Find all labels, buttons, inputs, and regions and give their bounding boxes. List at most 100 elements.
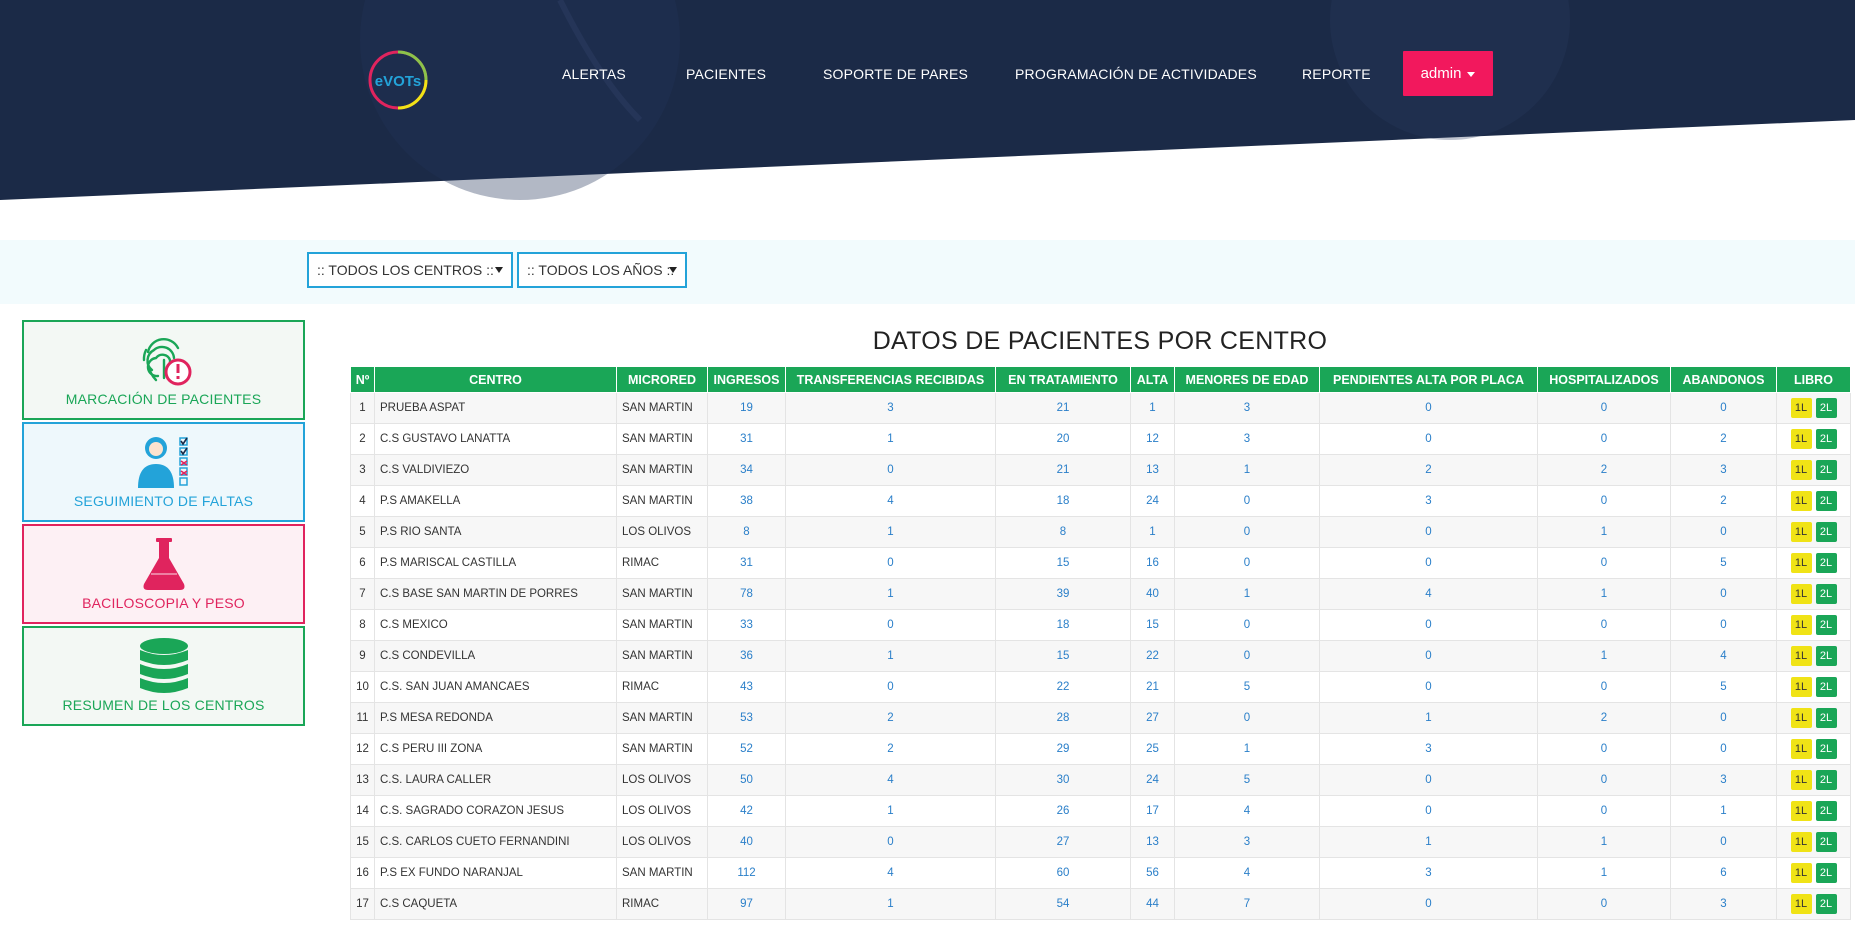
admin-menu-button[interactable]: admin <box>1403 51 1493 96</box>
libro-2l-button[interactable]: 2L <box>1815 615 1837 635</box>
value-cell: 13 <box>1130 454 1175 486</box>
libro-2l-button[interactable]: 2L <box>1815 460 1837 480</box>
libro-2l-button[interactable]: 2L <box>1815 739 1837 759</box>
libro-1l-button[interactable]: 1L <box>1790 801 1812 821</box>
table-header-row: Nº CENTRO MICRORED INGRESOS TRANSFERENCIAS R… <box>350 366 1851 393</box>
value-cell: 0 <box>1537 485 1671 517</box>
libro-2l-button[interactable]: 2L <box>1815 770 1837 790</box>
libro-2l-button[interactable]: 2L <box>1815 522 1837 542</box>
libro-2l-button[interactable]: 2L <box>1815 708 1837 728</box>
libro-1l-button[interactable]: 1L <box>1790 646 1812 666</box>
table-row: 16 P.S EX FUNDO NARANJAL SAN MARTIN 112 4 60 5… <box>350 857 1851 889</box>
libro-1l-button[interactable]: 1L <box>1790 398 1812 418</box>
row-number: 15 <box>350 826 375 858</box>
value-cell: 0 <box>785 454 996 486</box>
column-header: CENTRO <box>374 366 617 393</box>
value-cell: 1 <box>1130 516 1175 548</box>
value-cell: 21 <box>1130 671 1175 703</box>
libro-cell: 1L 2L <box>1776 454 1851 486</box>
card-seguimiento-de-faltas[interactable]: SEGUIMIENTO DE FALTAS <box>22 422 305 522</box>
card-marcacion-de-pacientes[interactable]: MARCACIÓN DE PACIENTES <box>22 320 305 420</box>
libro-1l-button[interactable]: 1L <box>1790 894 1812 914</box>
libro-1l-button[interactable]: 1L <box>1790 863 1812 883</box>
centro-select[interactable]: :: TODOS LOS CENTROS :: <box>307 252 513 288</box>
value-cell: 3 <box>1174 423 1320 455</box>
libro-2l-button[interactable]: 2L <box>1815 553 1837 573</box>
libro-1l-button[interactable]: 1L <box>1790 832 1812 852</box>
microred-cell: SAN MARTIN <box>616 485 708 517</box>
libro-1l-button[interactable]: 1L <box>1790 522 1812 542</box>
row-number: 9 <box>350 640 375 672</box>
table-row: 12 C.S PERU III ZONA SAN MARTIN 52 2 29 25 1 3 0 0… <box>350 733 1851 765</box>
libro-2l-button[interactable]: 2L <box>1815 646 1837 666</box>
libro-2l-button[interactable]: 2L <box>1815 584 1837 604</box>
value-cell: 5 <box>1670 547 1777 579</box>
libro-2l-button[interactable]: 2L <box>1815 832 1837 852</box>
centro-cell: C.S. CARLOS CUETO FERNANDINI <box>374 826 617 858</box>
value-cell: 0 <box>785 609 996 641</box>
value-cell: 52 <box>707 733 786 765</box>
libro-2l-button[interactable]: 2L <box>1815 677 1837 697</box>
value-cell: 0 <box>1537 392 1671 424</box>
table-row: 2 C.S GUSTAVO LANATTA SAN MARTIN 31 1 20 12 3 0 0… <box>350 423 1851 455</box>
libro-1l-button[interactable]: 1L <box>1790 739 1812 759</box>
value-cell: 0 <box>1670 578 1777 610</box>
value-cell: 12 <box>1130 423 1175 455</box>
value-cell: 2 <box>1319 454 1538 486</box>
libro-1l-button[interactable]: 1L <box>1790 708 1812 728</box>
libro-2l-button[interactable]: 2L <box>1815 863 1837 883</box>
value-cell: 97 <box>707 888 786 920</box>
column-header: EN TRATAMIENTO <box>995 366 1131 393</box>
value-cell: 60 <box>995 857 1131 889</box>
value-cell: 2 <box>1537 702 1671 734</box>
nav-pacientes[interactable]: PACIENTES <box>686 66 766 82</box>
value-cell: 0 <box>1537 888 1671 920</box>
microred-cell: SAN MARTIN <box>616 640 708 672</box>
libro-2l-button[interactable]: 2L <box>1815 429 1837 449</box>
libro-1l-button[interactable]: 1L <box>1790 584 1812 604</box>
value-cell: 13 <box>1130 826 1175 858</box>
database-icon <box>134 636 194 703</box>
nav-programacion-de-actividades[interactable]: PROGRAMACIÓN DE ACTIVIDADES <box>1015 66 1257 82</box>
row-number: 6 <box>350 547 375 579</box>
libro-2l-button[interactable]: 2L <box>1815 491 1837 511</box>
value-cell: 1 <box>1319 826 1538 858</box>
value-cell: 1 <box>1174 578 1320 610</box>
card-resumen-de-los-centros[interactable]: RESUMEN DE LOS CENTROS <box>22 626 305 726</box>
libro-2l-button[interactable]: 2L <box>1815 801 1837 821</box>
centro-cell: C.S VALDIVIEZO <box>374 454 617 486</box>
libro-1l-button[interactable]: 1L <box>1790 770 1812 790</box>
libro-1l-button[interactable]: 1L <box>1790 553 1812 573</box>
libro-2l-button[interactable]: 2L <box>1815 398 1837 418</box>
value-cell: 0 <box>1537 609 1671 641</box>
libro-1l-button[interactable]: 1L <box>1790 677 1812 697</box>
value-cell: 0 <box>1319 671 1538 703</box>
nav-reporte[interactable]: REPORTE <box>1302 66 1371 82</box>
value-cell: 24 <box>1130 764 1175 796</box>
value-cell: 1 <box>1319 702 1538 734</box>
centro-cell: C.S. SAGRADO CORAZON JESUS <box>374 795 617 827</box>
nav-alertas[interactable]: ALERTAS <box>562 66 626 82</box>
centro-cell: C.S. SAN JUAN AMANCAES <box>374 671 617 703</box>
anio-select[interactable]: :: TODOS LOS AÑOS :: <box>517 252 687 288</box>
libro-1l-button[interactable]: 1L <box>1790 429 1812 449</box>
libro-1l-button[interactable]: 1L <box>1790 460 1812 480</box>
value-cell: 1 <box>785 516 996 548</box>
libro-2l-button[interactable]: 2L <box>1815 894 1837 914</box>
card-baciloscopia-y-peso[interactable]: BACILOSCOPIA Y PESO <box>22 524 305 624</box>
libro-1l-button[interactable]: 1L <box>1790 615 1812 635</box>
value-cell: 53 <box>707 702 786 734</box>
value-cell: 15 <box>995 640 1131 672</box>
value-cell: 0 <box>1319 795 1538 827</box>
table-row: 6 P.S MARISCAL CASTILLA RIMAC 31 0 15 16 0 0 0 5 1L… <box>350 547 1851 579</box>
libro-1l-button[interactable]: 1L <box>1790 491 1812 511</box>
value-cell: 7 <box>1174 888 1320 920</box>
value-cell: 38 <box>707 485 786 517</box>
value-cell: 25 <box>1130 733 1175 765</box>
value-cell: 1 <box>785 888 996 920</box>
value-cell: 0 <box>1670 733 1777 765</box>
user-checklist-icon <box>134 432 194 499</box>
value-cell: 56 <box>1130 857 1175 889</box>
value-cell: 6 <box>1670 857 1777 889</box>
nav-soporte-de-pares[interactable]: SOPORTE DE PARES <box>823 66 968 82</box>
